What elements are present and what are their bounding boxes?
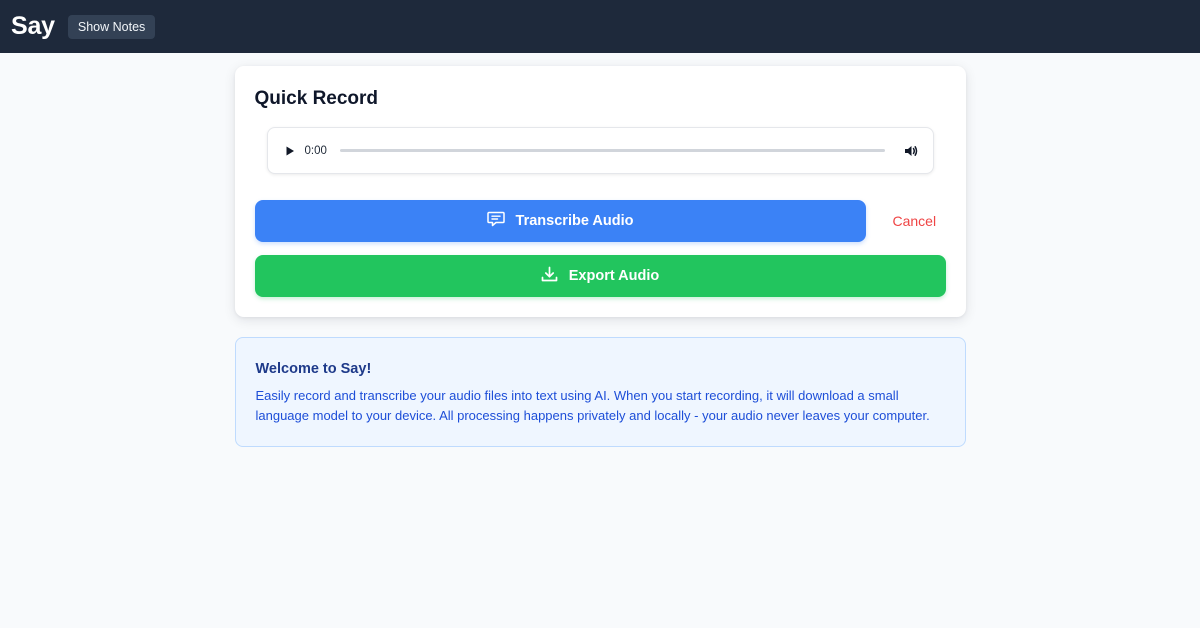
info-title: Welcome to Say!: [255, 361, 372, 377]
cancel-button[interactable]: Cancel: [893, 213, 937, 229]
audio-player: 0:00: [266, 127, 934, 174]
transcribe-row: Transcribe Audio Cancel: [254, 200, 946, 242]
player-time: 0:00: [304, 144, 327, 157]
progress-slider[interactable]: [339, 149, 885, 152]
export-audio-button[interactable]: Export Audio: [254, 255, 946, 297]
play-icon[interactable]: [284, 145, 296, 157]
welcome-info-box: Welcome to Say! Easily record and transc…: [234, 337, 966, 447]
message-icon: [486, 211, 505, 231]
volume-icon[interactable]: [904, 144, 919, 158]
transcribe-label: Transcribe Audio: [515, 213, 634, 229]
export-label: Export Audio: [568, 268, 660, 284]
top-bar: Say Show Notes: [0, 0, 1200, 53]
show-notes-button[interactable]: Show Notes: [67, 14, 156, 39]
app-title: Say: [11, 12, 55, 40]
download-icon: [541, 266, 558, 287]
main-content: Quick Record 0:00 Transcribe Audio Cance…: [234, 66, 966, 447]
transcribe-audio-button[interactable]: Transcribe Audio: [254, 200, 866, 242]
card-title: Quick Record: [254, 88, 379, 109]
info-body: Easily record and transcribe your audio …: [255, 388, 930, 423]
quick-record-card: Quick Record 0:00 Transcribe Audio Cance…: [234, 66, 966, 317]
